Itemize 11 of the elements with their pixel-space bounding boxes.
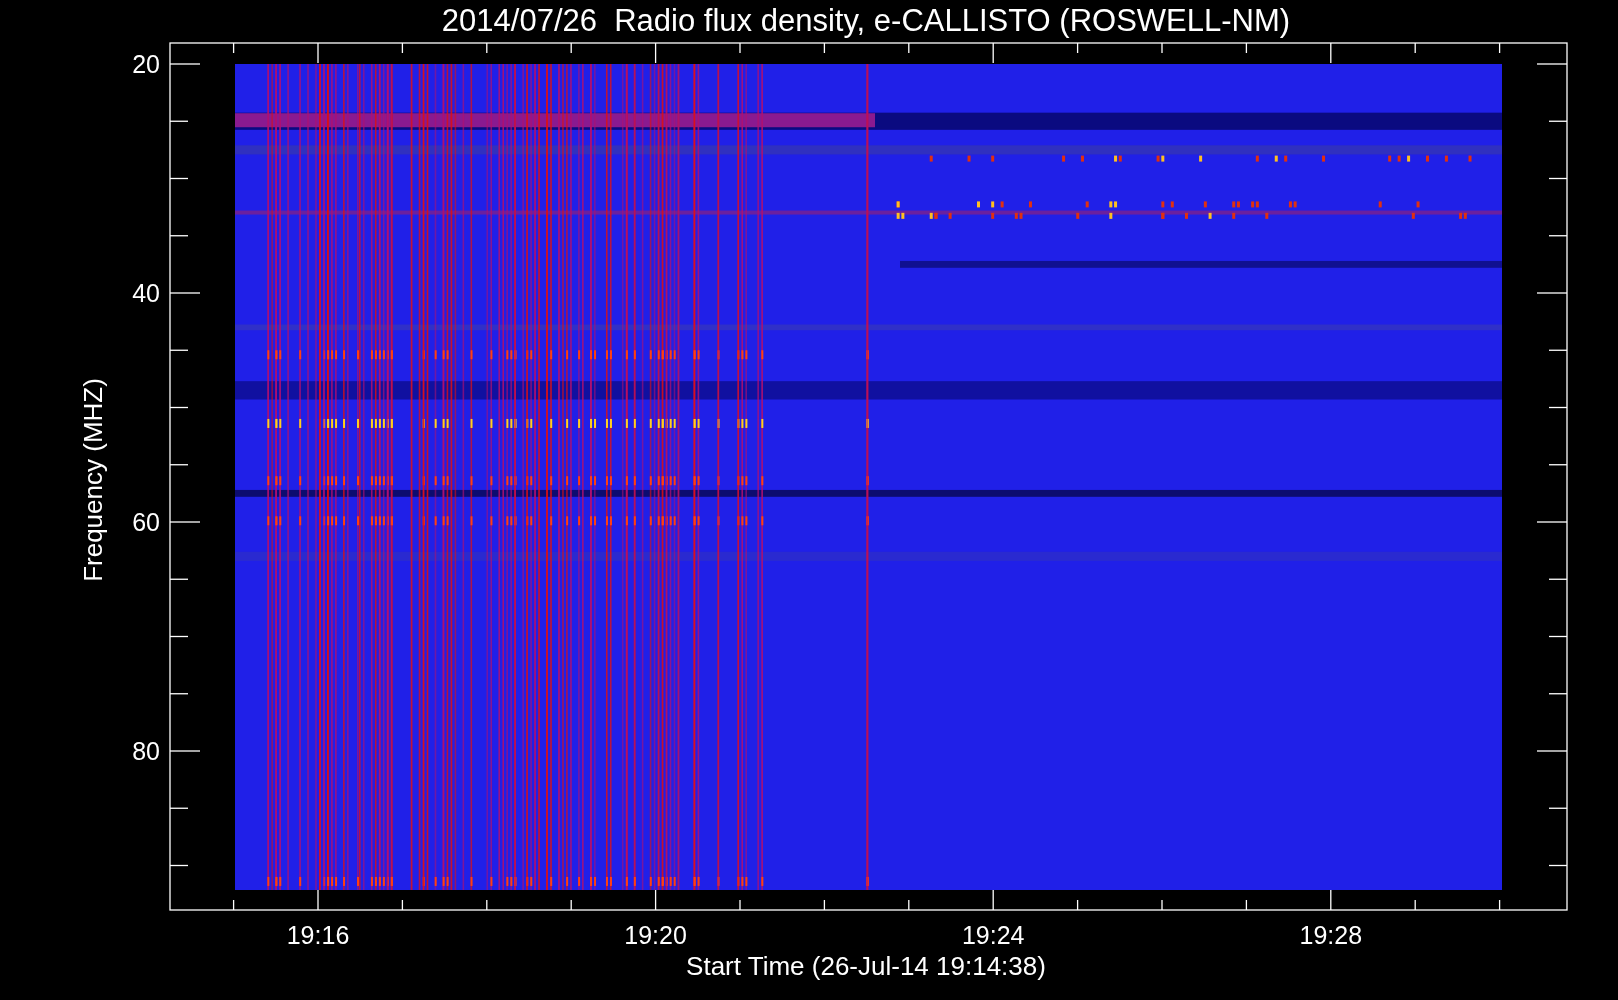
tick-label: 19:28 [1299, 921, 1363, 949]
tick-label: 20 [132, 50, 160, 78]
tick-label: 40 [132, 279, 160, 307]
axis-label: Start Time (26-Jul-14 19:14:38) [686, 951, 1046, 981]
axis-label: Frequency (MHZ) [78, 378, 108, 582]
tick-label: 19:24 [961, 921, 1025, 949]
tick-label: 60 [132, 508, 160, 536]
tick-label: 80 [132, 737, 160, 765]
tick-label: 19:20 [624, 921, 687, 949]
tick-label: 19:16 [286, 921, 350, 949]
chart-title: 2014/07/26 Radio flux density, e-CALLISTO (ROSWELL-NM) [441, 3, 1291, 38]
